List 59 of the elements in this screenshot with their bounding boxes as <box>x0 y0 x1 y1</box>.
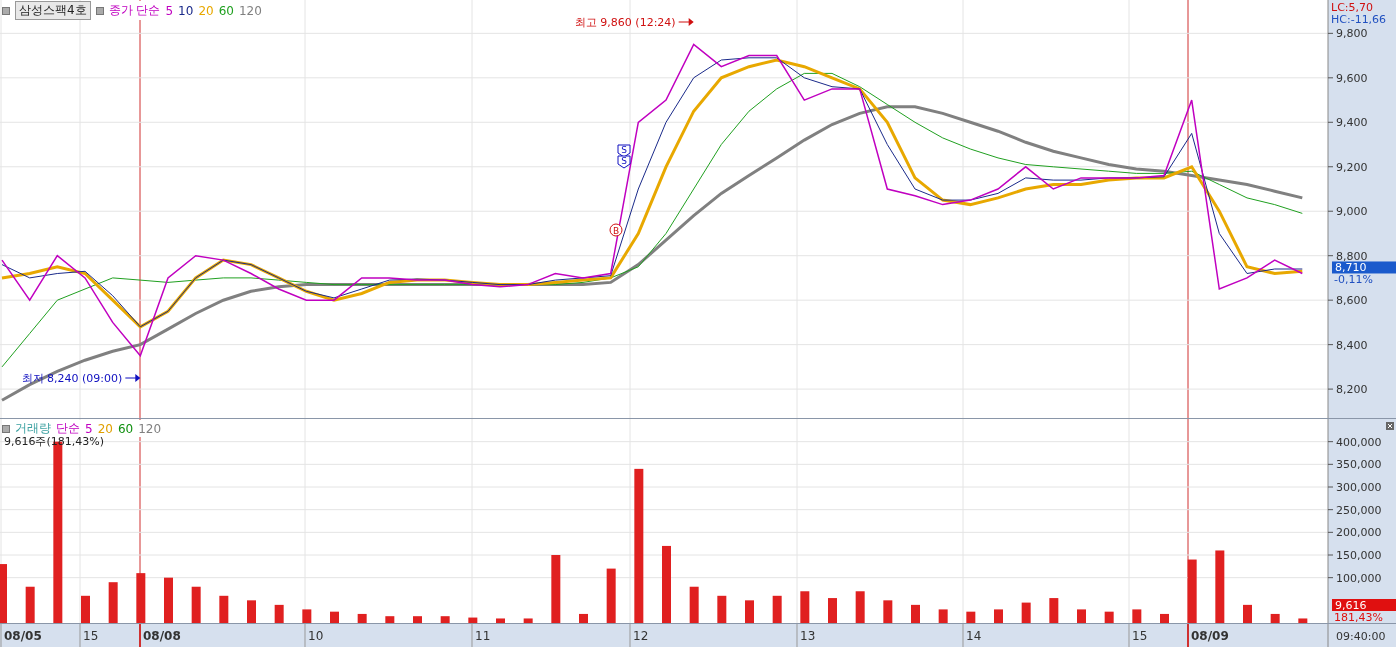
axis-label: 9,600 <box>1336 71 1368 85</box>
buy-marker: B <box>609 223 623 237</box>
indicator-label: 단순 <box>56 420 80 437</box>
ma-period: 120 <box>238 3 262 18</box>
axis-label: 9,800 <box>1336 27 1368 41</box>
ma-period: 5 <box>85 421 93 436</box>
hc-value: HC:-11,66 <box>1331 13 1387 26</box>
current-time: 09:40:00 <box>1336 630 1386 643</box>
axis-label: 9,200 <box>1336 160 1368 174</box>
ma-period: 60 <box>117 421 134 436</box>
stock-name-button[interactable]: 삼성스팩4호 <box>15 1 91 20</box>
close-icon[interactable] <box>1386 422 1394 430</box>
price-change: -0,11% <box>1334 273 1373 287</box>
current-volume: 9,616 <box>1335 599 1367 612</box>
volume-reading: 9,616주(181,43%) <box>4 434 104 449</box>
time-label: 15 <box>1128 623 1148 647</box>
ma-period: 20 <box>97 421 113 436</box>
time-label: 08/08 <box>139 623 181 647</box>
time-label: 11 <box>471 623 491 647</box>
time-label: 10 <box>304 623 324 647</box>
time-label: 08/09 <box>1187 623 1229 647</box>
high-price-label: 최고 9,860 (12:24) <box>574 16 676 29</box>
time-label: 15 <box>79 623 99 647</box>
ma-period: 10 <box>178 3 194 18</box>
axis-label: 8,800 <box>1336 249 1368 263</box>
ma-period: 120 <box>138 421 162 436</box>
handle-icon[interactable] <box>95 6 104 15</box>
ma-period: 20 <box>198 3 214 18</box>
volume-ratio: 181,43% <box>1334 611 1383 623</box>
arrow-icon <box>678 18 694 26</box>
time-label: 14 <box>962 623 982 647</box>
time-label: 08/05 <box>0 623 42 647</box>
volume-label: 거래량 <box>15 420 51 437</box>
axis-label: 300,000 <box>1336 481 1382 494</box>
ma-period: 60 <box>218 3 234 18</box>
low-price-label: 최저 8,240 (09:00) <box>21 372 123 385</box>
indicator-label: 종가 단순 <box>108 2 161 19</box>
current-price-tag <box>1332 261 1396 274</box>
current-volume-tag <box>1332 599 1396 611</box>
axis-label: 150,000 <box>1336 549 1382 562</box>
axis-label: 8,400 <box>1336 338 1368 352</box>
handle-icon[interactable] <box>2 424 10 433</box>
axis-label: 8,600 <box>1336 294 1368 308</box>
axis-label: 100,000 <box>1336 571 1382 585</box>
axis-label: 8,200 <box>1336 383 1368 397</box>
arrow-icon <box>124 374 141 382</box>
handle-icon[interactable] <box>2 6 10 15</box>
lc-value: LC:5,70 <box>1331 1 1373 14</box>
axis-label: 400,000 <box>1336 435 1382 449</box>
time-label: 12 <box>629 623 649 647</box>
axis-label: 9,000 <box>1336 205 1368 219</box>
ma-period: 5 <box>165 3 174 18</box>
axis-label: 250,000 <box>1336 503 1382 517</box>
axis-label: 200,000 <box>1336 526 1382 540</box>
axis-label: 9,400 <box>1336 116 1368 130</box>
time-label: 13 <box>796 623 816 647</box>
sell-marker: S <box>617 155 631 169</box>
current-price: 8,710 <box>1335 261 1367 275</box>
axis-label: 350,000 <box>1336 458 1382 472</box>
